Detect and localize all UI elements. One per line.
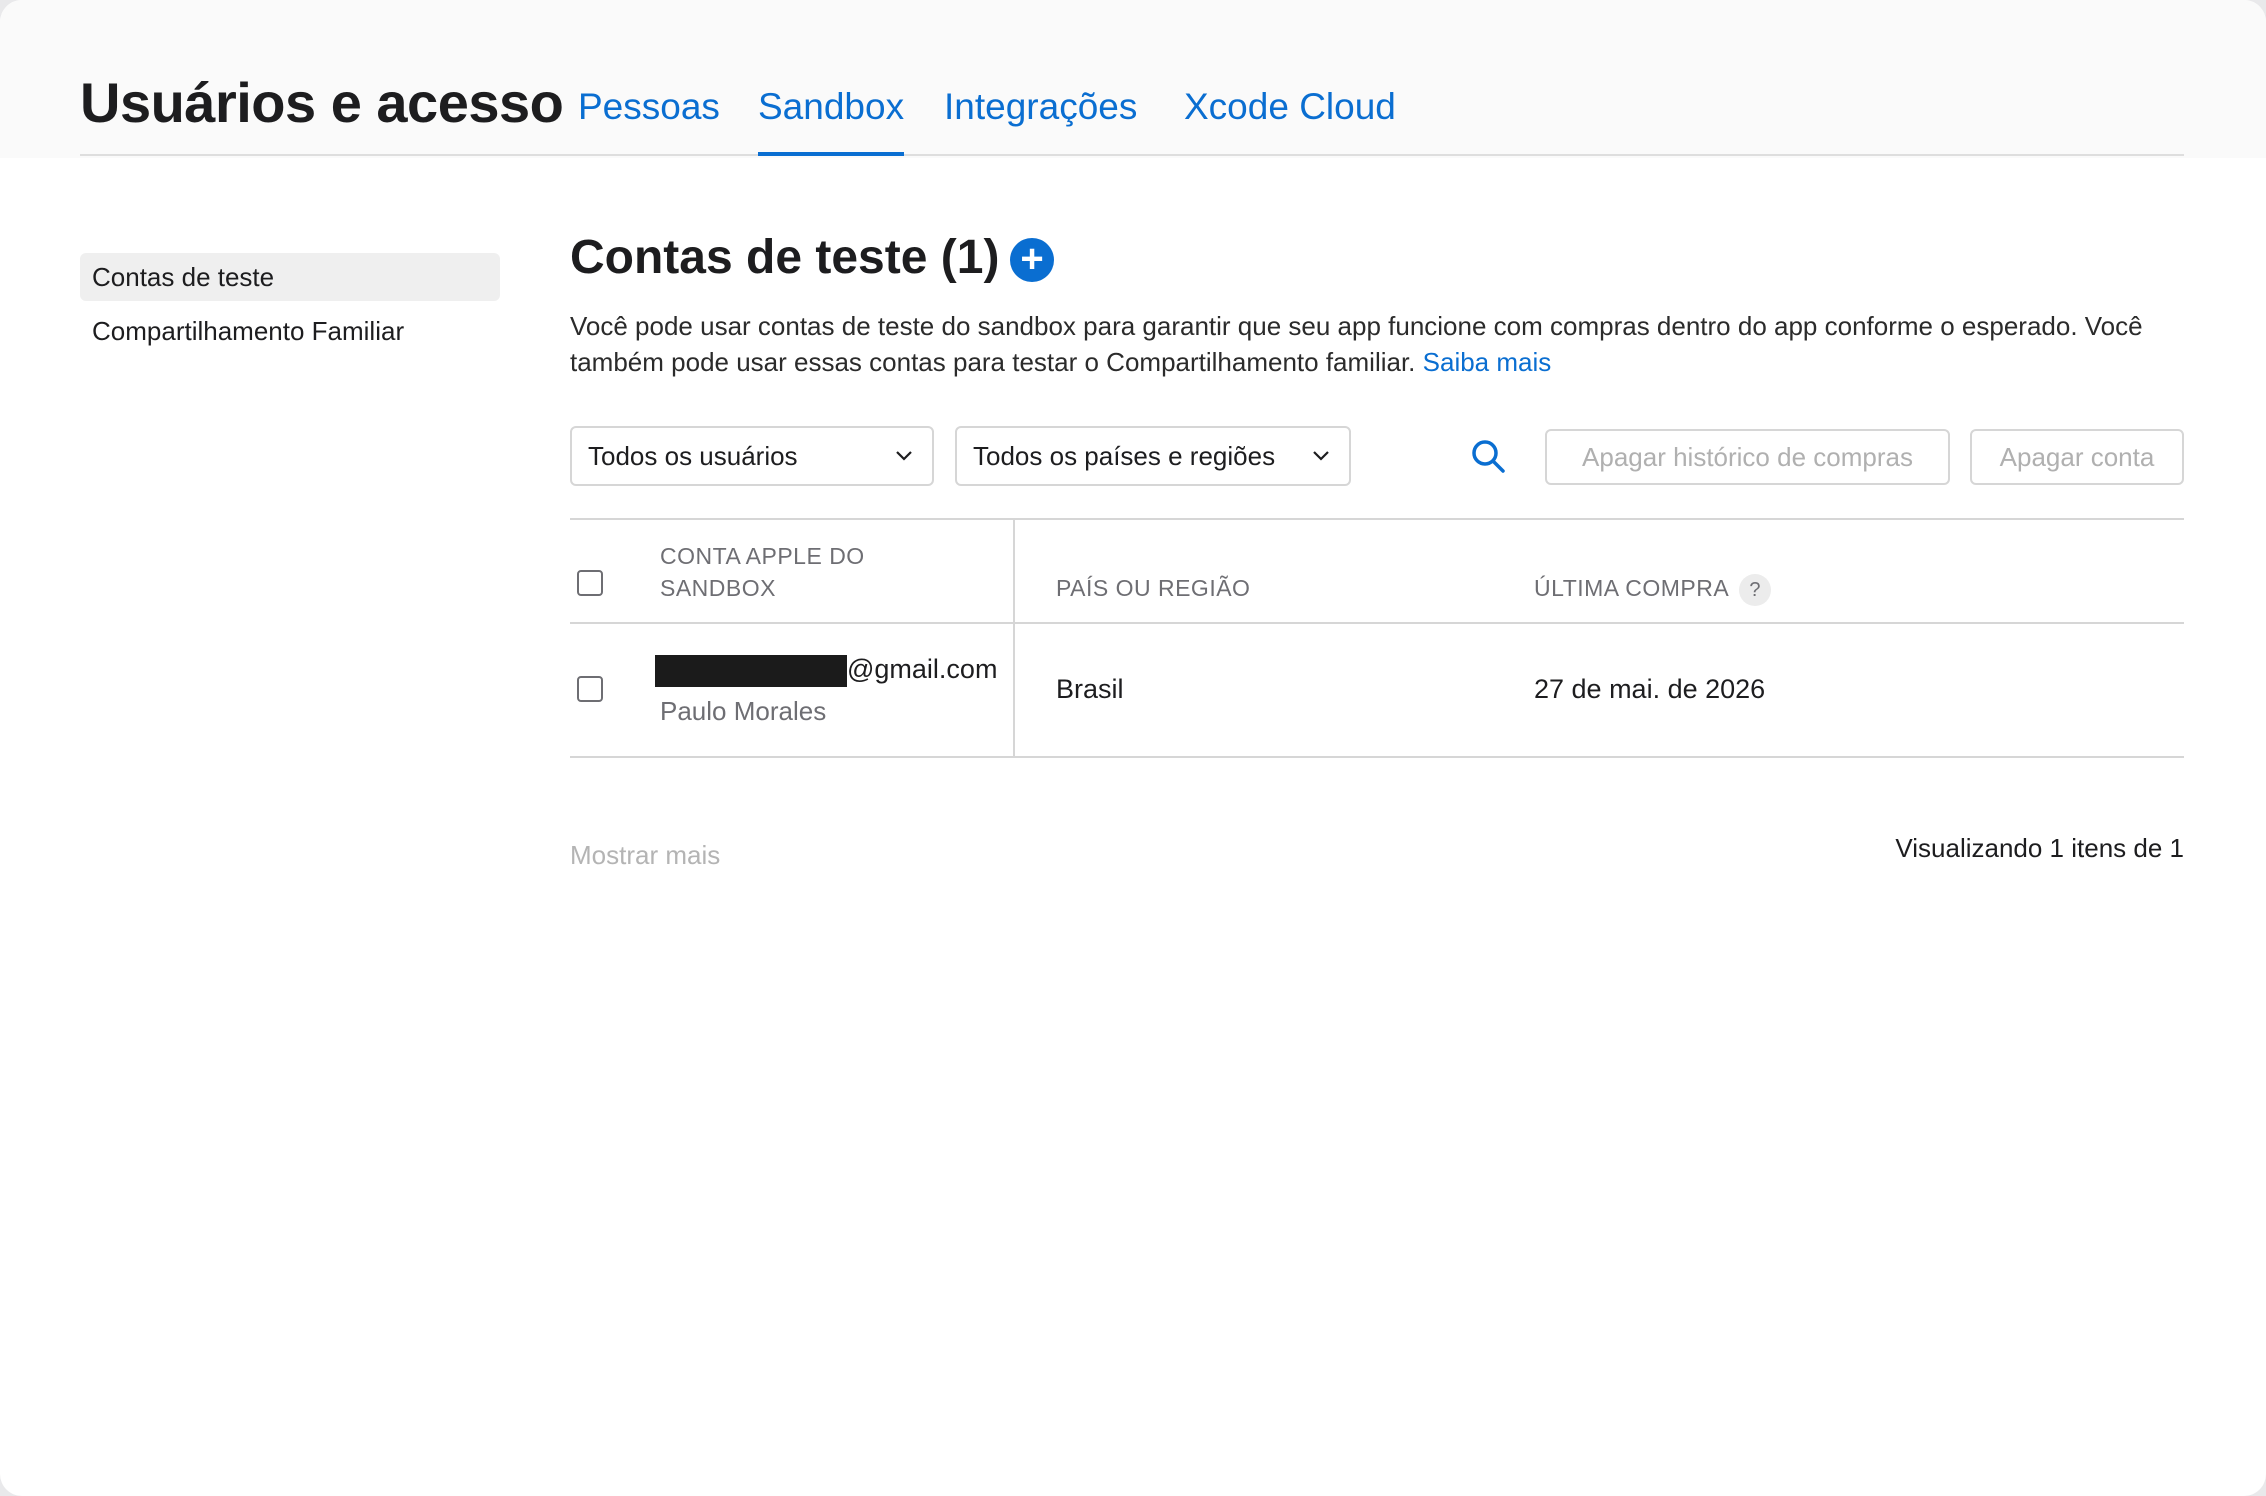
add-account-button[interactable]: + [1010,238,1054,282]
users-filter-value: Todos os usuários [588,441,798,471]
accounts-table: CONTA APPLE DO SANDBOX PAÍS OU REGIÃO ÚL… [570,518,2184,758]
tab-xcode-cloud[interactable]: Xcode Cloud [1184,86,1396,156]
clear-purchase-history-button[interactable]: Apagar histórico de compras [1545,429,1950,485]
chevron-down-icon [896,451,912,461]
tab-sandbox[interactable]: Sandbox [758,86,905,156]
account-email[interactable]: @gmail.com [655,654,997,687]
regions-filter-value: Todos os países e regiões [973,441,1276,471]
search-icon[interactable] [1470,438,1506,474]
column-header-last-purchase-label: ÚLTIMA COMPRA [1534,575,1730,601]
show-more-link[interactable]: Mostrar mais [570,840,720,871]
page-header: Usuários e acesso Pessoas Sandbox Integr… [80,64,2184,156]
page-title: Usuários e acesso [80,71,564,134]
sidebar-item-contas-de-teste[interactable]: Contas de teste [80,253,500,301]
account-last-purchase: 27 de mai. de 2026 [1534,674,1766,704]
account-owner-name: Paulo Morales [660,696,827,726]
section-description: Você pode usar contas de teste do sandbo… [570,308,2184,380]
row-checkbox[interactable] [577,676,603,702]
plus-circle-icon: + [1020,237,1044,281]
section-title: Contas de teste (1) [570,231,1000,284]
filter-toolbar: Todos os usuários Todos os países e regi… [570,426,2184,486]
redacted-block [655,654,847,687]
column-header-last-purchase: ÚLTIMA COMPRA? [1534,572,1772,606]
users-filter-select[interactable]: Todos os usuários [570,426,934,486]
account-country: Brasil [1056,674,1124,704]
column-divider [1013,520,1015,622]
tab-integracoes[interactable]: Integrações [944,86,1137,156]
column-header-country: PAÍS OU REGIÃO [1056,575,1251,601]
account-email-domain: @gmail.com [847,654,998,684]
tab-pessoas[interactable]: Pessoas [578,86,720,156]
chevron-down-icon [1313,451,1329,461]
paging-status: Visualizando 1 itens de 1 [1895,833,2184,863]
regions-filter-select[interactable]: Todos os países e regiões [955,426,1351,486]
app-window: Usuários e acesso Pessoas Sandbox Integr… [0,0,2266,1496]
column-header-account: CONTA APPLE DO SANDBOX [660,543,865,601]
delete-account-button[interactable]: Apagar conta [1970,429,2184,485]
select-all-checkbox[interactable] [577,570,603,596]
table-row: @gmail.com Paulo Morales Brasil 27 de ma… [570,624,2184,758]
question-icon[interactable]: ? [1739,573,1772,606]
sidebar-item-compartilhamento-familiar[interactable]: Compartilhamento Familiar [80,307,500,355]
table-header: CONTA APPLE DO SANDBOX PAÍS OU REGIÃO ÚL… [570,518,2184,624]
description-text: Você pode usar contas de teste do sandbo… [570,311,2143,377]
sidebar: Contas de teste Compartilhamento Familia… [80,253,500,361]
learn-more-link[interactable]: Saiba mais [1423,347,1552,377]
column-divider [1013,624,1015,756]
